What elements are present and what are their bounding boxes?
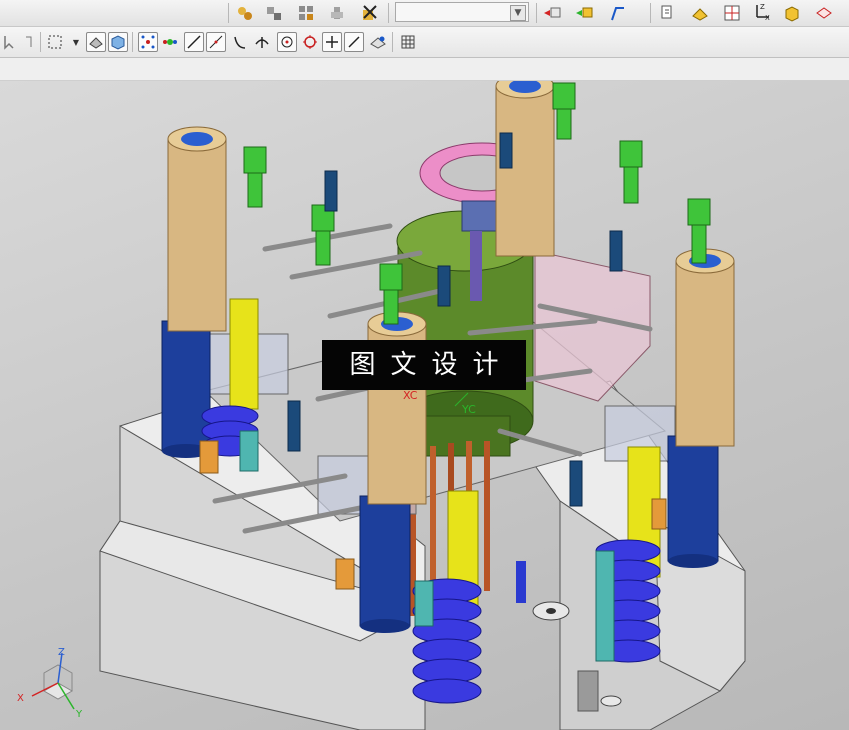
section-icon[interactable] xyxy=(814,3,834,23)
slant-icon[interactable] xyxy=(344,32,364,52)
render-icon[interactable] xyxy=(574,3,594,23)
solid-icon[interactable] xyxy=(108,32,128,52)
toolbar-separator xyxy=(228,3,229,23)
angle-line-icon[interactable] xyxy=(206,32,226,52)
orient-icon[interactable] xyxy=(722,3,742,23)
component-icon[interactable] xyxy=(264,3,284,23)
wcs-icon[interactable]: ZX xyxy=(752,1,772,21)
circle-alt-icon[interactable] xyxy=(300,32,320,52)
xc-label: XC xyxy=(403,389,418,402)
layer-icon[interactable] xyxy=(658,3,678,23)
pattern-icon[interactable] xyxy=(296,3,316,23)
select-dropdown-icon[interactable] xyxy=(20,32,40,52)
fit-icon[interactable] xyxy=(690,3,710,23)
measure-icon[interactable] xyxy=(368,32,388,52)
grid-icon[interactable] xyxy=(398,32,418,52)
delete-icon[interactable] xyxy=(359,3,379,23)
move-icon[interactable] xyxy=(327,3,347,23)
view-triad: Z X Y xyxy=(17,647,83,720)
view-icon[interactable] xyxy=(542,3,562,23)
toolbar-separator xyxy=(536,3,537,23)
toolbar-separator xyxy=(132,32,133,52)
toolbar-separator xyxy=(388,3,389,23)
yc-label: YC xyxy=(461,403,476,416)
toolbar-separator xyxy=(650,3,651,23)
chevron-down-icon[interactable]: ▼ xyxy=(510,5,526,21)
corner-icon[interactable] xyxy=(252,32,272,52)
shade-icon[interactable] xyxy=(782,3,802,23)
cue-strip xyxy=(0,58,849,81)
triad-x-label: X xyxy=(17,693,24,704)
assembly-icon[interactable] xyxy=(235,3,255,23)
triad-z-label: Z xyxy=(58,647,65,658)
selection-toolbar: ▼ xyxy=(0,27,849,58)
watermark-banner: 图文设计 xyxy=(322,340,526,390)
arc-icon[interactable] xyxy=(230,32,250,52)
cross-icon[interactable] xyxy=(322,32,342,52)
line-icon[interactable] xyxy=(184,32,204,52)
graphics-viewport[interactable]: XC YC 图文设计 Z X Y xyxy=(0,81,849,730)
toolbar-separator xyxy=(392,32,393,52)
filter-combo[interactable]: ▼ xyxy=(395,2,529,22)
mold-assembly-model: XC YC xyxy=(99,81,746,730)
select-icon[interactable] xyxy=(0,32,20,52)
svg-text:X: X xyxy=(765,14,770,21)
toolbar-separator xyxy=(40,32,41,52)
snap-grid-icon[interactable] xyxy=(160,32,180,52)
circle-icon[interactable] xyxy=(277,32,297,52)
top-toolbar: ▼ ZX xyxy=(0,0,849,27)
chevron-down-icon[interactable]: ▼ xyxy=(66,32,86,52)
svg-text:Z: Z xyxy=(760,3,765,11)
curve-icon[interactable] xyxy=(608,3,628,23)
snap-point-icon[interactable] xyxy=(138,32,158,52)
triad-y-label: Y xyxy=(75,709,83,720)
shaded-icon[interactable] xyxy=(86,32,106,52)
box-select-icon[interactable] xyxy=(46,32,66,52)
